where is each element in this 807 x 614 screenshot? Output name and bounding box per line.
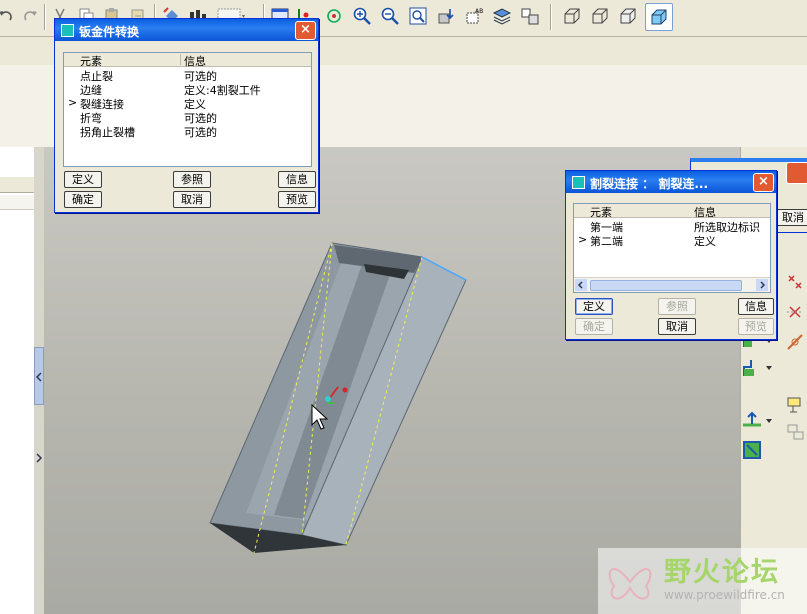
sheetmetal-conversion-dialog: 钣金件转换 × 元素 信息 点止裂 可选的 边缝 定义:4割裂工件 > 裂缝连接…: [54, 18, 319, 213]
analysis-icon[interactable]: [785, 395, 807, 415]
hidden-line-icon[interactable]: [590, 6, 610, 26]
horizontal-scrollbar[interactable]: [574, 277, 770, 292]
list-item[interactable]: 点止裂 可选的: [64, 68, 311, 83]
shading-icon: [651, 9, 667, 25]
close-button[interactable]: ×: [753, 173, 774, 192]
shading-button[interactable]: [645, 3, 673, 31]
info-button[interactable]: 信息: [738, 298, 774, 315]
chevron-right-icon[interactable]: [35, 453, 43, 463]
wireframe-icon[interactable]: [562, 6, 582, 26]
cancel-button[interactable]: 取消: [173, 191, 211, 208]
list-item[interactable]: 拐角止裂槽 可选的: [64, 124, 311, 139]
model-tree-panel[interactable]: [0, 147, 35, 614]
element-list[interactable]: 元素 信息 点止裂 可选的 边缝 定义:4割裂工件 > 裂缝连接 定义 折弯 可…: [63, 52, 312, 167]
rip-connect-dialog: 割裂连接 ： 割裂连... × 元素 信息 第一端 所选取边标识 > 第二端 定…: [565, 170, 777, 340]
ok-button[interactable]: 确定: [64, 191, 102, 208]
scroll-thumb[interactable]: [590, 280, 742, 291]
element-list[interactable]: 元素 信息 第一端 所选取边标识 > 第二端 定义: [573, 203, 771, 293]
dialog-title-bar[interactable]: 钣金件转换 ×: [55, 19, 318, 41]
define-button[interactable]: 定义: [575, 298, 613, 315]
model-tree-header: [0, 177, 34, 193]
reference-button[interactable]: 参照: [658, 298, 696, 315]
refit-icon[interactable]: [408, 6, 428, 26]
unbend-icon[interactable]: [741, 439, 763, 461]
flange-icon[interactable]: [741, 357, 763, 379]
column-header-info[interactable]: 信息: [184, 53, 206, 69]
list-header: 元素 信息: [574, 204, 770, 220]
info-button[interactable]: 信息: [278, 171, 316, 188]
column-header-element[interactable]: 元素: [80, 53, 102, 69]
chevron-left-icon[interactable]: [35, 372, 43, 382]
define-button[interactable]: 定义: [64, 171, 102, 188]
bend-icon[interactable]: [741, 409, 763, 429]
element-info: 定义: [694, 235, 716, 248]
axis-point-icon[interactable]: [785, 302, 805, 322]
background-cancel-button[interactable]: 取消: [775, 209, 807, 226]
watermark-name: 野火论坛: [664, 557, 780, 588]
background-close-button[interactable]: [786, 162, 807, 184]
layers-icon[interactable]: AB: [464, 6, 484, 26]
preview-button[interactable]: 预览: [278, 191, 316, 208]
current-marker: >: [68, 96, 78, 109]
reference-button[interactable]: 参照: [173, 171, 211, 188]
element-name: 第二端: [590, 235, 623, 248]
dropdown-arrow-icon[interactable]: [765, 364, 773, 372]
butterfly-logo-icon: [608, 568, 652, 600]
column-header-element[interactable]: 元素: [590, 204, 612, 220]
list-item[interactable]: > 裂缝连接 定义: [64, 96, 311, 111]
cancel-button[interactable]: 取消: [658, 318, 696, 335]
reference-icon[interactable]: [785, 422, 807, 444]
redo-icon[interactable]: [20, 6, 40, 26]
element-name: 拐角止裂槽: [80, 126, 135, 139]
svg-text:AB: AB: [475, 8, 483, 15]
zoom-out-icon[interactable]: [380, 6, 400, 26]
dialog-app-icon: [61, 24, 74, 37]
dialog-title: 钣金件转换: [79, 25, 140, 39]
list-item[interactable]: 第一端 所选取边标识: [574, 219, 770, 234]
dialog-app-icon: [572, 176, 585, 189]
list-item[interactable]: 边缝 定义:4割裂工件: [64, 82, 311, 97]
coordinate-icon[interactable]: [785, 332, 805, 352]
preview-button[interactable]: 预览: [738, 318, 774, 335]
dialog-title: 割裂连接 ： 割裂连...: [590, 177, 709, 191]
model-tree-icon[interactable]: [520, 6, 540, 26]
zoom-in-icon[interactable]: [352, 6, 372, 26]
dialog-title-bar[interactable]: 割裂连接 ： 割裂连... ×: [566, 171, 776, 193]
point-icon[interactable]: [785, 272, 805, 292]
element-info: 可选的: [184, 126, 217, 139]
list-header: 元素 信息: [64, 53, 311, 69]
ok-button[interactable]: 确定: [575, 318, 613, 335]
saved-view-icon[interactable]: [436, 6, 456, 26]
list-item[interactable]: 折弯 可选的: [64, 110, 311, 125]
dropdown-arrow-icon[interactable]: [765, 417, 773, 425]
undo-icon[interactable]: [0, 6, 16, 26]
current-marker: >: [578, 233, 588, 246]
close-button[interactable]: ×: [295, 21, 316, 40]
model-tree-row[interactable]: [0, 195, 34, 210]
watermark: 野火论坛 www.proewildfire.cn: [598, 548, 807, 614]
view-manager-icon[interactable]: [492, 6, 512, 26]
orient-icon[interactable]: [324, 6, 344, 26]
scroll-right-icon[interactable]: [756, 279, 768, 291]
panel-splitter[interactable]: [34, 147, 44, 614]
column-header-info[interactable]: 信息: [694, 204, 716, 220]
list-item[interactable]: > 第二端 定义: [574, 233, 770, 248]
scroll-left-icon[interactable]: [575, 279, 587, 291]
no-hidden-icon[interactable]: [618, 6, 638, 26]
watermark-url: www.proewildfire.cn: [664, 588, 785, 602]
